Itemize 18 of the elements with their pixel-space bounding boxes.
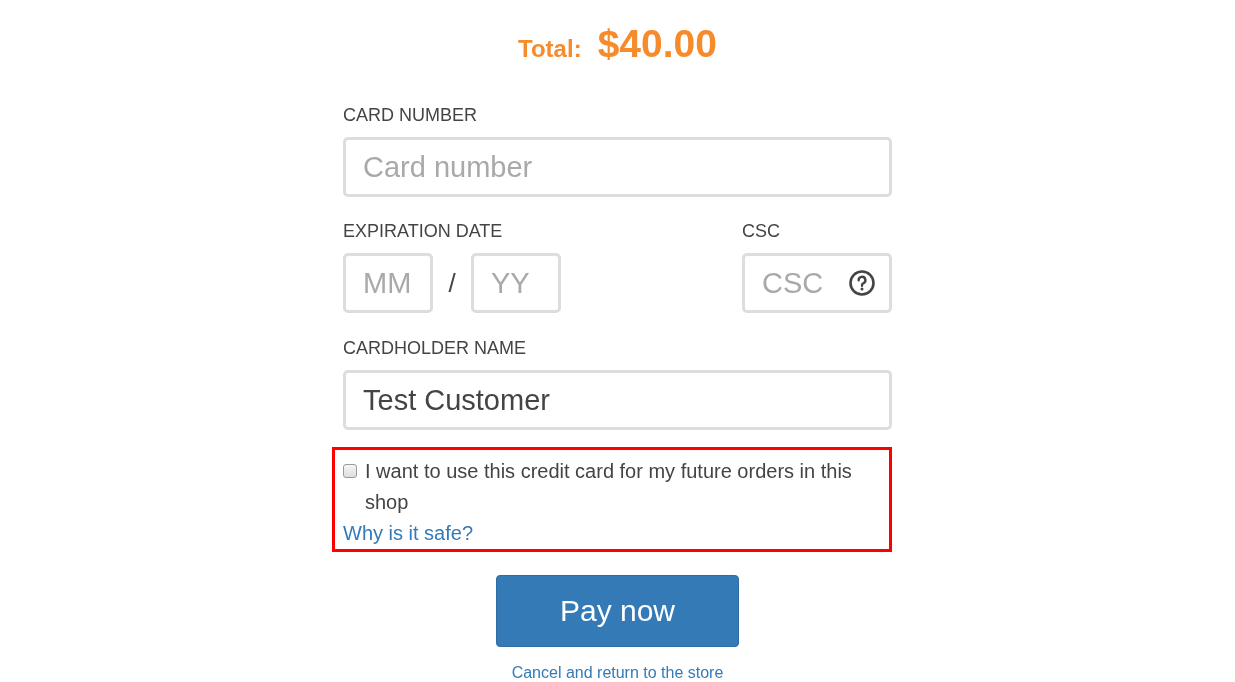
- cardholder-name-field[interactable]: Test Customer: [343, 370, 892, 430]
- why-safe-link[interactable]: Why is it safe?: [343, 522, 474, 544]
- card-number-field[interactable]: Card number: [343, 137, 892, 197]
- help-icon[interactable]: [849, 270, 875, 296]
- card-number-label: CARD NUMBER: [343, 104, 478, 126]
- total-label: Total:: [518, 35, 582, 63]
- cancel-link[interactable]: Cancel and return to the store: [511, 664, 724, 682]
- year-field[interactable]: YY: [471, 253, 561, 313]
- csc-field[interactable]: CSC: [742, 253, 892, 313]
- date-separator: /: [447, 267, 457, 299]
- cardholder-name-label: CARDHOLDER NAME: [343, 337, 528, 359]
- expiration-date-label: EXPIRATION DATE: [343, 220, 504, 242]
- save-card-label: I want to use this credit card for my future orders in this shop: [365, 459, 853, 515]
- save-card-checkbox[interactable]: [343, 464, 357, 478]
- pay-now-button[interactable]: Pay now: [496, 575, 739, 647]
- total-amount: $40.00: [597, 21, 717, 67]
- month-field[interactable]: MM: [343, 253, 433, 313]
- csc-label: CSC: [742, 220, 781, 242]
